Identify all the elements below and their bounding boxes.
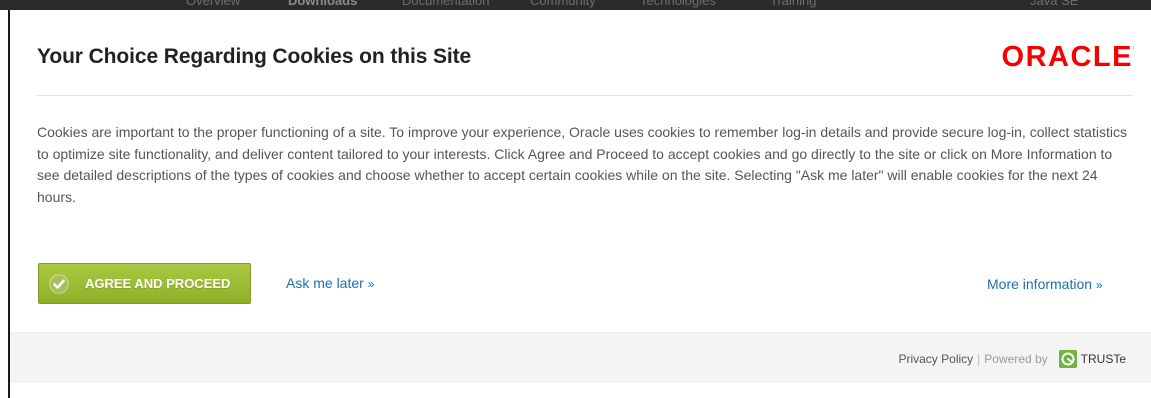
oracle-logo: ORACLE ® bbox=[949, 40, 1134, 70]
agree-button-label: AGREE AND PROCEED bbox=[85, 276, 231, 291]
more-information-link[interactable]: More information » bbox=[987, 276, 1103, 292]
dialog-bottom bbox=[10, 383, 1151, 398]
dialog-footer: Privacy Policy | Powered by TRUSTe bbox=[10, 332, 1151, 383]
backdrop-edge bbox=[0, 10, 10, 398]
powered-by-text: Powered by bbox=[984, 352, 1048, 366]
truste-link[interactable]: TRUSTe bbox=[1081, 352, 1126, 366]
check-circle-icon bbox=[48, 273, 70, 295]
privacy-policy-link[interactable]: Privacy Policy bbox=[898, 352, 973, 366]
agree-and-proceed-button[interactable]: AGREE AND PROCEED bbox=[38, 263, 251, 304]
background-nav-item: Downloads bbox=[288, 0, 358, 8]
cookie-description: Cookies are important to the proper func… bbox=[37, 124, 1127, 205]
ask-me-later-label: Ask me later bbox=[286, 275, 364, 291]
oracle-logo-text: ORACLE bbox=[1002, 41, 1133, 70]
footer-links: Privacy Policy | Powered by TRUSTe bbox=[898, 350, 1126, 368]
chevron-right-icon: » bbox=[1095, 278, 1103, 292]
truste-icon bbox=[1058, 350, 1077, 368]
background-nav-item: Training bbox=[770, 0, 817, 8]
footer-separator: | bbox=[977, 352, 981, 366]
more-information-label: More information bbox=[987, 276, 1093, 292]
chevron-right-icon: » bbox=[367, 277, 375, 291]
cookie-consent-dialog: Your Choice Regarding Cookies on this Si… bbox=[10, 10, 1151, 398]
background-site-nav: Overview Downloads Documentation Communi… bbox=[0, 0, 1151, 10]
header-divider bbox=[37, 95, 1133, 96]
background-nav-item: Documentation bbox=[402, 0, 490, 8]
dialog-header: Your Choice Regarding Cookies on this Si… bbox=[10, 10, 1151, 96]
ask-me-later-link[interactable]: Ask me later » bbox=[286, 275, 374, 291]
svg-text:®: ® bbox=[1133, 45, 1134, 52]
background-nav-item: Overview bbox=[186, 0, 241, 8]
background-nav-item: Technologies bbox=[640, 0, 716, 8]
background-nav-right: Java SE bbox=[1030, 0, 1079, 8]
background-nav-item: Community bbox=[530, 0, 596, 8]
dialog-title: Your Choice Regarding Cookies on this Si… bbox=[37, 45, 472, 68]
